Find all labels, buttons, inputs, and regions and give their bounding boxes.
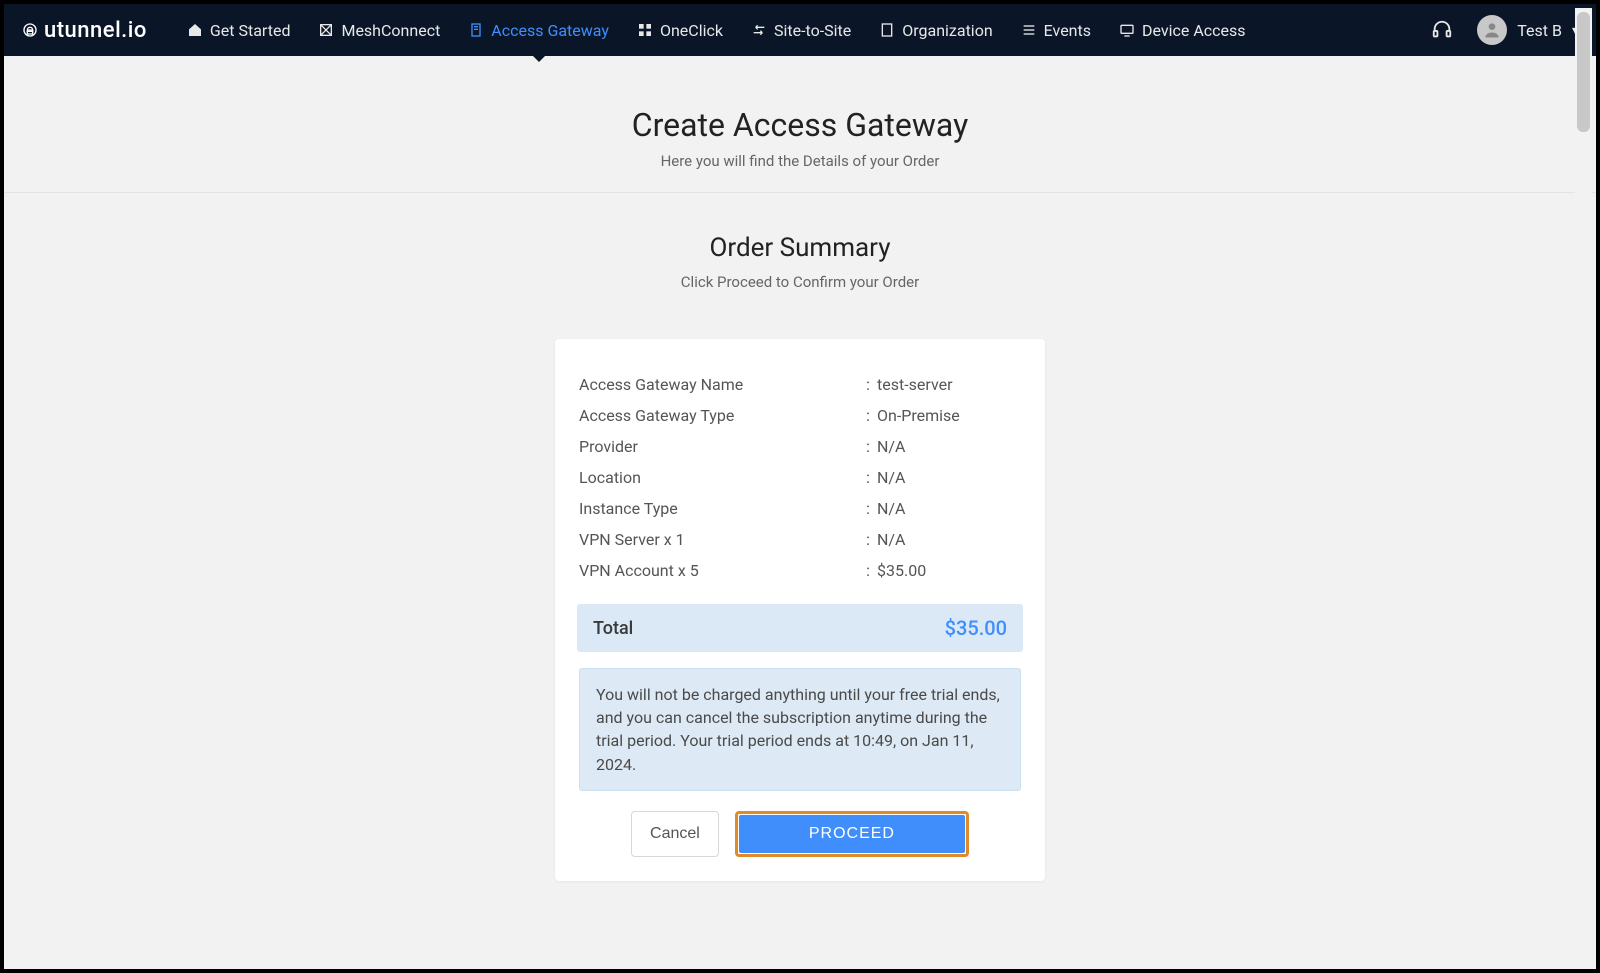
detail-value: N/A — [877, 530, 1021, 549]
detail-value: N/A — [877, 437, 1021, 456]
page-title: Create Access Gateway — [4, 106, 1596, 144]
nav-label: Access Gateway — [491, 21, 609, 40]
detail-value: N/A — [877, 499, 1021, 518]
colon: : — [859, 561, 877, 580]
colon: : — [859, 375, 877, 394]
nav-label: Organization — [902, 21, 992, 40]
detail-label: Provider — [579, 437, 859, 456]
detail-value: $35.00 — [877, 561, 1021, 580]
nav-meshconnect[interactable]: MeshConnect — [318, 21, 440, 40]
order-summary-card: Access Gateway Name:test-serverAccess Ga… — [555, 339, 1045, 881]
section-header: Order Summary Click Proceed to Confirm y… — [4, 193, 1596, 309]
colon: : — [859, 406, 877, 425]
nav-organization[interactable]: Organization — [879, 21, 992, 40]
nav-label: Get Started — [210, 21, 291, 40]
nav-events[interactable]: Events — [1021, 21, 1091, 40]
mesh-icon — [318, 22, 334, 38]
page-header: Create Access Gateway Here you will find… — [4, 56, 1596, 193]
detail-value: test-server — [877, 375, 1021, 394]
action-row: Cancel PROCEED — [579, 811, 1021, 857]
detail-row: Access Gateway Type:On-Premise — [579, 400, 1021, 431]
trial-notice: You will not be charged anything until y… — [579, 668, 1021, 791]
colon: : — [859, 530, 877, 549]
building-icon — [879, 22, 895, 38]
page-subtitle: Here you will find the Details of your O… — [4, 152, 1596, 170]
swap-icon — [751, 22, 767, 38]
detail-label: Location — [579, 468, 859, 487]
nav-label: Events — [1044, 21, 1091, 40]
proceed-button[interactable]: PROCEED — [739, 815, 965, 853]
section-subtitle: Click Proceed to Confirm your Order — [4, 273, 1596, 291]
nav-items: Get Started MeshConnect Access Gateway O… — [187, 21, 1246, 40]
detail-row: Location:N/A — [579, 462, 1021, 493]
monitor-icon — [1119, 22, 1135, 38]
detail-value: N/A — [877, 468, 1021, 487]
nav-device-access[interactable]: Device Access — [1119, 21, 1246, 40]
detail-label: Access Gateway Type — [579, 406, 859, 425]
detail-row: Access Gateway Name:test-server — [579, 369, 1021, 400]
detail-value: On-Premise — [877, 406, 1021, 425]
gateway-icon — [468, 22, 484, 38]
total-label: Total — [593, 618, 633, 639]
lock-globe-icon — [22, 22, 38, 38]
nav-site-to-site[interactable]: Site-to-Site — [751, 21, 851, 40]
detail-label: VPN Server x 1 — [579, 530, 859, 549]
colon: : — [859, 499, 877, 518]
navbar: utunnel.io Get Started MeshConnect Acces… — [4, 4, 1596, 56]
brand-text: utunnel.io — [44, 18, 147, 43]
detail-row: Provider:N/A — [579, 431, 1021, 462]
detail-row: VPN Server x 1:N/A — [579, 524, 1021, 555]
proceed-highlight: PROCEED — [735, 811, 969, 857]
nav-access-gateway[interactable]: Access Gateway — [468, 21, 609, 40]
list-icon — [1021, 22, 1037, 38]
brand-logo[interactable]: utunnel.io — [22, 18, 147, 43]
cancel-button[interactable]: Cancel — [631, 811, 719, 857]
colon: : — [859, 468, 877, 487]
nav-right: Test B ▾ — [1431, 15, 1578, 45]
home-icon — [187, 22, 203, 38]
scrollbar[interactable] — [1575, 8, 1592, 965]
grid-icon — [637, 22, 653, 38]
nav-label: Site-to-Site — [774, 21, 851, 40]
avatar — [1477, 15, 1507, 45]
section-title: Order Summary — [4, 233, 1596, 263]
headset-icon[interactable] — [1431, 19, 1453, 41]
nav-label: MeshConnect — [341, 21, 440, 40]
user-menu[interactable]: Test B ▾ — [1477, 15, 1578, 45]
nav-get-started[interactable]: Get Started — [187, 21, 291, 40]
nav-oneclick[interactable]: OneClick — [637, 21, 723, 40]
detail-label: VPN Account x 5 — [579, 561, 859, 580]
scrollbar-thumb[interactable] — [1577, 12, 1590, 132]
user-name: Test B — [1517, 21, 1562, 40]
nav-label: Device Access — [1142, 21, 1246, 40]
nav-label: OneClick — [660, 21, 723, 40]
detail-row: VPN Account x 5:$35.00 — [579, 555, 1021, 586]
total-row: Total $35.00 — [577, 604, 1023, 652]
detail-label: Access Gateway Name — [579, 375, 859, 394]
detail-label: Instance Type — [579, 499, 859, 518]
detail-row: Instance Type:N/A — [579, 493, 1021, 524]
total-value: $35.00 — [945, 616, 1007, 640]
colon: : — [859, 437, 877, 456]
